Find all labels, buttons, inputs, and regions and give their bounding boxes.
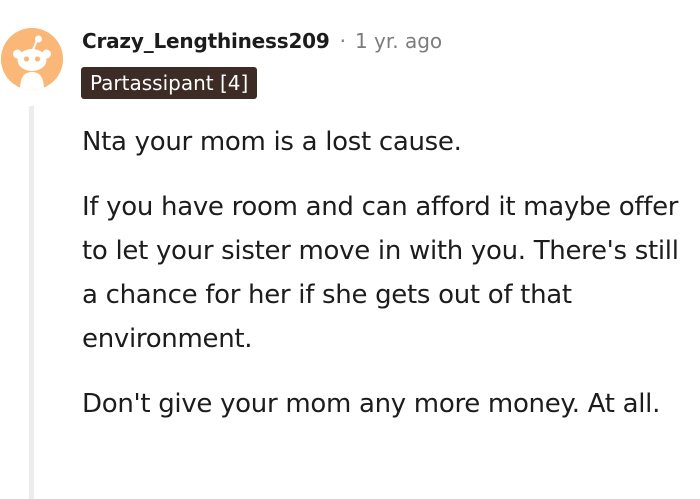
user-flair: Partassipant [4] xyxy=(81,67,258,99)
comment-body: Nta your mom is a lost cause. If you hav… xyxy=(82,120,694,447)
comment-paragraph: Nta your mom is a lost cause. xyxy=(82,127,462,157)
username-link[interactable]: Crazy_Lengthiness209 xyxy=(82,29,330,53)
comment-paragraph: If you have room and can afford it maybe… xyxy=(82,192,679,354)
comment-paragraph: Don't give your mom any more money. At a… xyxy=(82,389,661,419)
comment-meta: Crazy_Lengthiness209 · 1 yr. ago xyxy=(82,26,442,56)
timestamp[interactable]: 1 yr. ago xyxy=(355,29,442,53)
comment: Crazy_Lengthiness209 · 1 yr. ago Partass… xyxy=(0,0,700,499)
meta-separator: · xyxy=(339,29,346,53)
avatar[interactable] xyxy=(1,28,63,90)
thread-line[interactable] xyxy=(29,106,34,499)
snoo-avatar-icon xyxy=(1,28,63,90)
